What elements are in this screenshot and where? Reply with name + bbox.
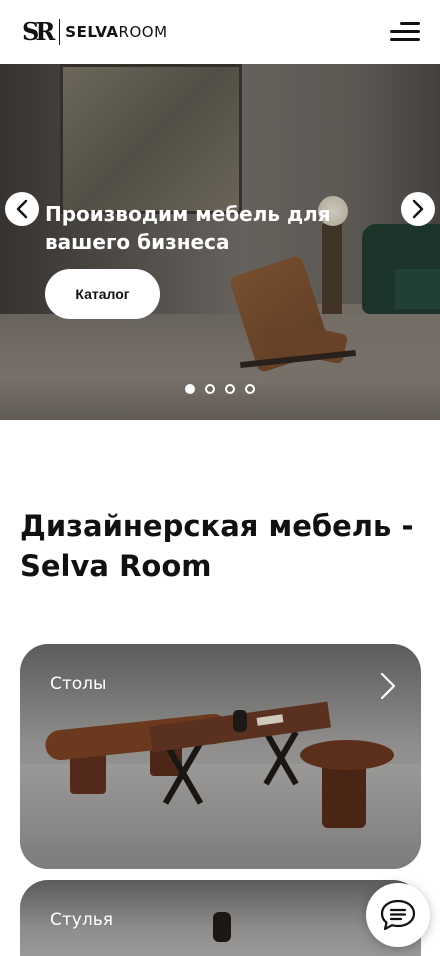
- hamburger-menu-icon[interactable]: [390, 20, 420, 44]
- chevron-right-icon[interactable]: [401, 192, 435, 226]
- logo-wordmark: SELVAROOM: [65, 23, 167, 41]
- vase-image: [233, 710, 247, 732]
- chevron-left-icon[interactable]: [5, 192, 39, 226]
- category-card-chairs[interactable]: Стулья: [20, 880, 421, 956]
- category-label: Стулья: [50, 910, 113, 930]
- chat-bubble-icon[interactable]: [366, 883, 430, 947]
- category-card-tables[interactable]: Столы: [20, 644, 421, 869]
- section-title: Дизайнерская мебель - Selva Room: [20, 509, 414, 583]
- slider-dots: [185, 384, 255, 394]
- hero-slider: Производим мебель для вашего бизнеса Кат…: [0, 64, 440, 420]
- category-label: Столы: [50, 674, 107, 694]
- chevron-right-icon: [380, 672, 396, 700]
- logo-divider: [59, 19, 61, 45]
- site-header: SR SELVAROOM: [0, 0, 440, 64]
- logo[interactable]: SR SELVAROOM: [22, 17, 168, 47]
- logo-mark: SR: [22, 17, 55, 46]
- slider-dot-4[interactable]: [245, 384, 255, 394]
- logo-word-regular: ROOM: [118, 23, 168, 41]
- catalog-button[interactable]: Каталог: [45, 269, 160, 319]
- slider-dot-3[interactable]: [225, 384, 235, 394]
- vase-image: [213, 912, 231, 942]
- slider-dot-1[interactable]: [185, 384, 195, 394]
- hero-title: Производим мебель для вашего бизнеса: [45, 202, 331, 254]
- slider-dot-2[interactable]: [205, 384, 215, 394]
- logo-word-bold: SELVA: [65, 23, 119, 41]
- table-top-image: [300, 740, 394, 770]
